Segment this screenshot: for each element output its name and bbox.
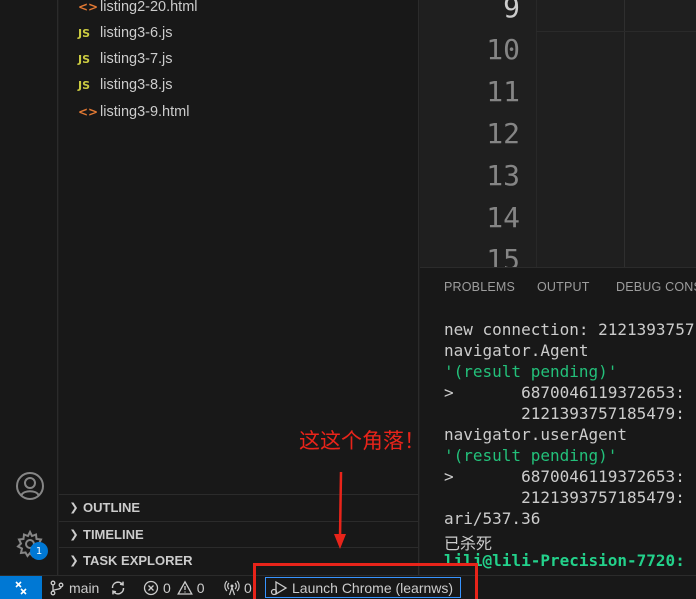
file-name: listing2-20.html: [100, 0, 198, 15]
terminal-line: '(result pending)': [444, 446, 618, 465]
terminal-line: new connection: 2121393757185479: [444, 320, 696, 339]
chevron-right-icon: ❯: [69, 554, 79, 567]
terminal-line: 2121393757185479:: [444, 404, 685, 423]
html-file-icon: <>: [78, 105, 99, 119]
file-name: listing3-9.html: [100, 104, 190, 120]
remote-indicator-button[interactable]: [0, 576, 42, 599]
annotation-highlight-box: [253, 563, 478, 599]
ports-indicator[interactable]: 0: [223, 576, 252, 599]
line-number: 11: [486, 75, 520, 108]
line-number: 13: [486, 159, 520, 192]
section-label: TIMELINE: [83, 527, 144, 542]
chevron-right-icon: ❯: [69, 501, 79, 514]
branch-name: main: [69, 580, 100, 596]
line-number: 10: [486, 33, 520, 66]
tab-debug-console[interactable]: DEBUG CONSOLE: [616, 280, 696, 294]
line-number: 9: [503, 0, 520, 24]
activity-bar: 1: [0, 0, 58, 575]
tab-output[interactable]: OUTPUT: [537, 280, 590, 294]
file-name: listing3-7.js: [100, 51, 173, 67]
branch-button[interactable]: main: [49, 576, 99, 599]
git-branch-icon: [50, 580, 64, 596]
bottom-panel: PROBLEMS OUTPUT DEBUG CONSOLE new connec…: [420, 267, 696, 575]
tab-problems[interactable]: PROBLEMS: [444, 280, 515, 294]
warning-count: 0: [196, 580, 205, 596]
account-icon[interactable]: [14, 470, 46, 502]
editor-area[interactable]: 9 10 11 12 13 14 15: [420, 0, 696, 267]
editor-guide: [624, 0, 625, 267]
section-outline[interactable]: ❯ OUTLINE: [59, 494, 419, 520]
html-file-icon: <>: [78, 0, 99, 14]
error-icon: [143, 580, 159, 596]
terminal-line: ari/537.36: [444, 509, 541, 528]
terminal-prompt: lili@lili-Precision-7720:: [444, 551, 685, 570]
problems-indicator[interactable]: 0 0: [143, 576, 205, 599]
terminal-line: navigator.userAgent: [444, 425, 628, 444]
annotation-arrow: [334, 471, 346, 549]
file-item-listing3-7-js[interactable]: JS listing3-7.js: [59, 46, 419, 72]
section-label: TASK EXPLORER: [83, 553, 193, 568]
sync-button[interactable]: [109, 576, 127, 599]
remote-icon: [15, 581, 27, 595]
terminal-line: navigator.Agent: [444, 341, 589, 360]
line-number: 14: [486, 201, 520, 234]
settings-update-badge: 1: [30, 542, 48, 560]
ports-count: 0: [244, 580, 252, 596]
section-label: OUTLINE: [83, 500, 141, 515]
annotation-text: 这这个角落！: [299, 429, 425, 453]
broadcast-icon: [224, 580, 240, 596]
section-timeline[interactable]: ❯ TIMELINE: [59, 521, 419, 547]
line-number: 12: [486, 117, 520, 150]
chevron-right-icon: ❯: [69, 528, 79, 541]
editor-guide: [536, 0, 537, 267]
file-item-listing3-8-js[interactable]: JS listing3-8.js: [59, 72, 419, 98]
file-name: listing3-6.js: [100, 25, 173, 41]
js-file-icon: JS: [78, 78, 91, 92]
file-item-listing3-6-js[interactable]: JS listing3-6.js: [59, 20, 419, 46]
file-name: listing3-8.js: [100, 77, 173, 93]
warning-icon: [176, 580, 193, 595]
file-item-listing3-9-html[interactable]: <> listing3-9.html: [59, 99, 419, 125]
terminal-line: 2121393757185479:: [444, 488, 685, 507]
file-item-listing2-20-html[interactable]: <> listing2-20.html: [59, 0, 419, 20]
js-file-icon: JS: [78, 26, 91, 40]
explorer-sidebar: <> listing2-20.html JS listing3-6.js JS …: [59, 0, 419, 575]
terminal-line: > 6870046119372653:: [444, 467, 685, 486]
js-file-icon: JS: [78, 52, 91, 66]
terminal-line: > 6870046119372653:: [444, 383, 685, 402]
sync-icon: [111, 581, 125, 595]
line-number: 15: [486, 243, 520, 267]
error-count: 0: [163, 580, 171, 596]
current-line-highlight: [536, 31, 696, 32]
terminal-line: '(result pending)': [444, 362, 618, 381]
